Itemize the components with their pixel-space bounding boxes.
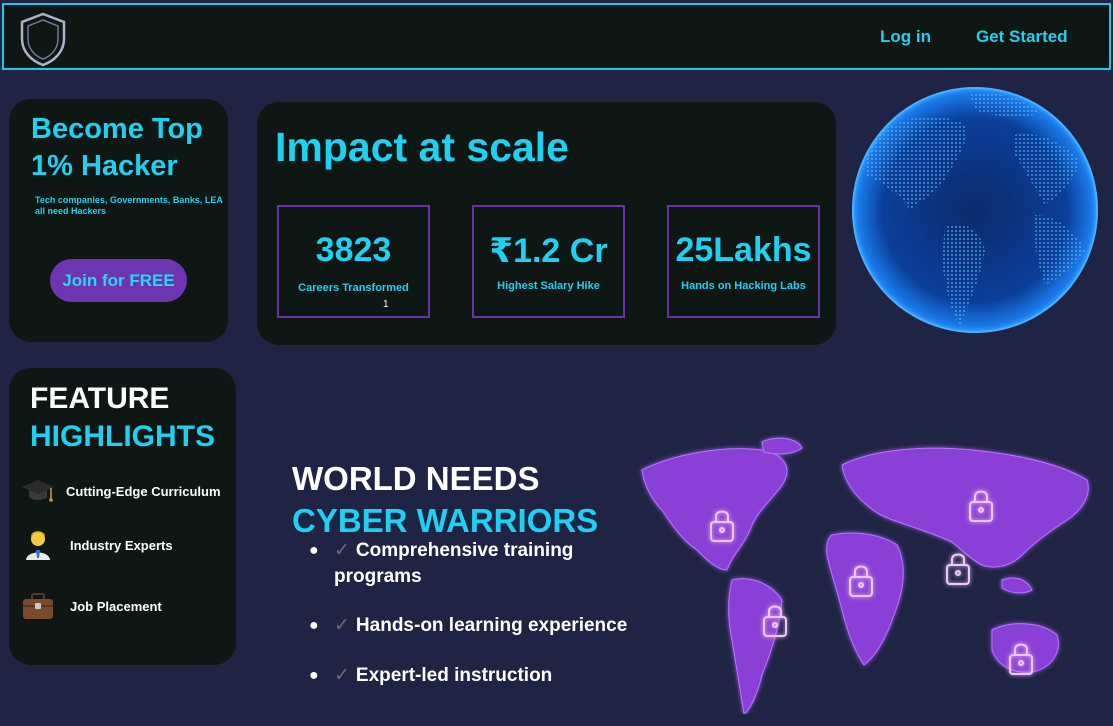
- join-free-button[interactable]: Join for FREE: [50, 259, 187, 302]
- stat-label: Hands on Hacking Labs: [681, 280, 806, 292]
- feature-label: Cutting-Edge Curriculum: [66, 484, 221, 499]
- bullet-dot-icon: ●: [309, 542, 319, 559]
- bullet-dot-icon: ●: [309, 617, 319, 634]
- world-map-image: [641, 437, 1089, 714]
- stat-careers: 3823 Careers Transformed 1: [277, 205, 430, 318]
- world-title: WORLD NEEDS: [292, 460, 540, 497]
- stat-value: 25Lakhs: [675, 231, 812, 269]
- stat-labs: 25Lakhs Hands on Hacking Labs: [667, 205, 820, 318]
- navbar: Log in Get Started: [2, 3, 1111, 70]
- bullet-item: ● ✓ Expert-led instruction: [309, 663, 634, 689]
- hero-subtitle: Tech companies, Governments, Banks, LEA …: [35, 195, 223, 216]
- hero-card: Become Top 1% Hacker Tech companies, Gov…: [9, 99, 228, 342]
- login-link[interactable]: Log in: [880, 27, 931, 47]
- hero-title: Become Top 1% Hacker: [31, 113, 203, 182]
- briefcase-icon: [23, 593, 53, 619]
- graduation-cap-icon: [22, 480, 54, 502]
- get-started-link[interactable]: Get Started: [976, 27, 1068, 47]
- check-icon: ✓: [334, 665, 350, 686]
- check-icon: ✓: [334, 615, 350, 636]
- bullet-text: Hands-on learning experience: [355, 615, 628, 636]
- impact-title: Impact at scale: [275, 124, 569, 170]
- bullet-dot-icon: ●: [309, 667, 319, 684]
- stat-label: Careers Transformed: [298, 282, 409, 294]
- impact-card: Impact at scale 3823 Careers Transformed…: [257, 102, 836, 345]
- bullet-text: Comprehensive training programs: [334, 540, 574, 587]
- stat-extra: 1: [383, 299, 389, 310]
- check-icon: ✓: [334, 540, 350, 561]
- stat-value: ₹1.2 Cr: [489, 232, 608, 270]
- features-title-accent: HIGHLIGHTS: [30, 420, 215, 453]
- stat-salary: ₹1.2 Cr Highest Salary Hike: [472, 205, 625, 318]
- expert-person-icon: [26, 531, 50, 560]
- features-title: FEATURE: [30, 382, 170, 415]
- feature-item: Job Placement: [21, 589, 236, 623]
- feature-item: Cutting-Edge Curriculum: [21, 474, 236, 508]
- shield-logo-icon[interactable]: [18, 11, 68, 67]
- globe-image: [852, 87, 1098, 333]
- bullet-item: ● ✓ Comprehensive training programs: [309, 538, 634, 590]
- world-title-accent: CYBER WARRIORS: [292, 502, 599, 539]
- feature-label: Industry Experts: [70, 538, 173, 553]
- feature-item: Industry Experts: [21, 528, 236, 562]
- stat-label: Highest Salary Hike: [497, 280, 600, 292]
- bullet-text: Expert-led instruction: [355, 665, 553, 686]
- stat-value: 3823: [315, 231, 392, 269]
- features-card: FEATURE HIGHLIGHTS Cutting-Edge Curricul…: [9, 368, 236, 665]
- feature-label: Job Placement: [70, 599, 162, 614]
